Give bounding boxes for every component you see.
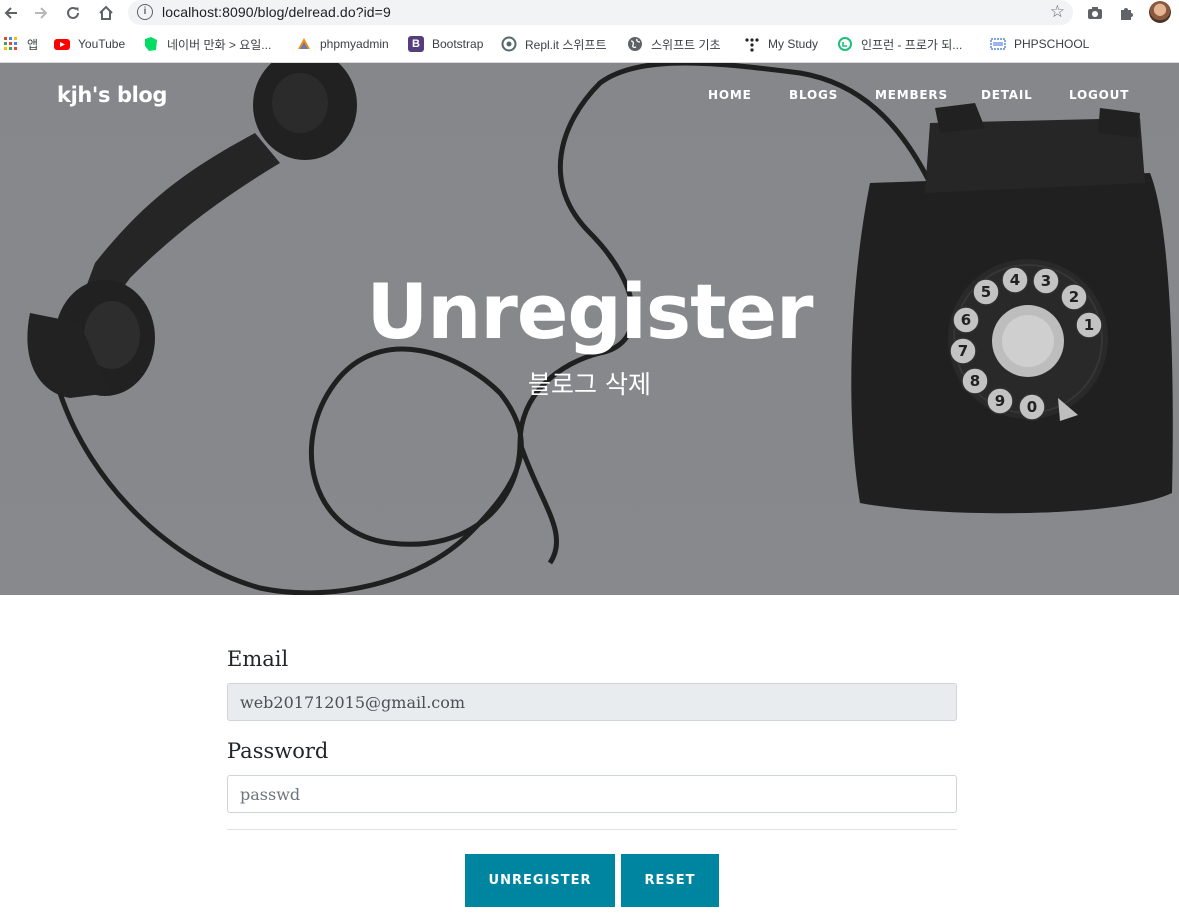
nav-blogs[interactable]: BLOGS bbox=[789, 88, 838, 102]
reset-button[interactable]: RESET bbox=[621, 854, 719, 907]
page-title: Unregister bbox=[366, 267, 814, 356]
bookmark-bootstrap[interactable]: B Bootstrap bbox=[408, 35, 483, 53]
bookmark-label: My Study bbox=[768, 37, 819, 51]
site-brand[interactable]: kjh's blog bbox=[57, 83, 167, 107]
replit-icon bbox=[501, 36, 517, 52]
bookmark-naver-webtoon[interactable]: 네이버 만화 > 요일... bbox=[143, 35, 271, 53]
address-url[interactable]: localhost:8090/blog/delread.do?id=9 bbox=[162, 4, 391, 20]
address-bar[interactable]: i localhost:8090/blog/delread.do?id=9 ☆ bbox=[128, 0, 1073, 25]
forward-icon[interactable] bbox=[30, 2, 52, 24]
bookmark-replit[interactable]: Repl.it 스위프트 bbox=[501, 35, 607, 53]
reload-icon[interactable] bbox=[62, 2, 84, 24]
bookmark-label: 스위프트 기초 bbox=[651, 37, 721, 52]
bookmark-star-icon[interactable]: ☆ bbox=[1050, 2, 1065, 22]
youtube-icon bbox=[54, 36, 70, 52]
bookmark-label: 인프런 - 프로가 되... bbox=[861, 37, 963, 52]
nav-home[interactable]: HOME bbox=[708, 88, 752, 102]
bookmark-phpmyadmin[interactable]: phpmyadmin bbox=[296, 35, 389, 53]
bookmark-apps[interactable]: 앱 bbox=[3, 35, 38, 53]
page-subtitle: 블로그 삭제 bbox=[528, 370, 651, 399]
bookmarks-bar: 앱 YouTube 네이버 만화 > 요일... phpmyadmin B Bo… bbox=[0, 31, 1179, 55]
dots-icon bbox=[744, 36, 760, 52]
bookmark-label: 네이버 만화 > 요일... bbox=[167, 37, 272, 52]
site-info-icon[interactable]: i bbox=[137, 4, 153, 20]
password-label: Password bbox=[227, 739, 329, 763]
bookmark-label: Bootstrap bbox=[432, 37, 484, 51]
bookmark-label: 앱 bbox=[27, 37, 39, 52]
browser-toolbar: i localhost:8090/blog/delread.do?id=9 ☆ bbox=[0, 0, 1179, 27]
bookmark-youtube[interactable]: YouTube bbox=[54, 35, 125, 53]
bookmark-my-study[interactable]: My Study bbox=[744, 35, 818, 53]
nav-detail[interactable]: DETAIL bbox=[981, 88, 1033, 102]
form-divider bbox=[227, 829, 957, 830]
bootstrap-icon: B bbox=[408, 36, 424, 52]
apps-grid-icon bbox=[3, 36, 19, 52]
nav-members[interactable]: MEMBERS bbox=[875, 88, 948, 102]
inflearn-icon bbox=[837, 36, 853, 52]
extensions-puzzle-icon[interactable] bbox=[1117, 3, 1137, 23]
phpschool-icon bbox=[990, 36, 1006, 52]
email-label: Email bbox=[227, 647, 289, 671]
bookmark-label: YouTube bbox=[78, 37, 126, 51]
naver-webtoon-icon bbox=[143, 36, 159, 52]
bookmark-inflearn[interactable]: 인프런 - 프로가 되... bbox=[837, 35, 962, 53]
bookmark-label: phpmyadmin bbox=[320, 37, 389, 51]
back-icon[interactable] bbox=[0, 2, 22, 24]
nav-logout[interactable]: LOGOUT bbox=[1069, 88, 1129, 102]
bookmark-label: PHPSCHOOL bbox=[1014, 37, 1090, 51]
camera-icon[interactable] bbox=[1085, 3, 1105, 23]
profile-avatar[interactable] bbox=[1149, 1, 1171, 23]
unregister-button[interactable]: UNREGISTER bbox=[465, 854, 615, 907]
home-icon[interactable] bbox=[95, 2, 117, 24]
globe-icon bbox=[627, 36, 643, 52]
hero-header: 432 156 789 0 kjh's blog HOME BLOGS MEMB… bbox=[0, 63, 1179, 595]
password-field[interactable] bbox=[227, 775, 957, 813]
email-field[interactable] bbox=[227, 683, 957, 721]
bookmark-label: Repl.it 스위프트 bbox=[525, 37, 607, 52]
bookmark-swift-basics[interactable]: 스위프트 기초 bbox=[627, 35, 721, 53]
phpmyadmin-icon bbox=[296, 36, 312, 52]
bookmark-phpschool[interactable]: PHPSCHOOL bbox=[990, 35, 1089, 53]
